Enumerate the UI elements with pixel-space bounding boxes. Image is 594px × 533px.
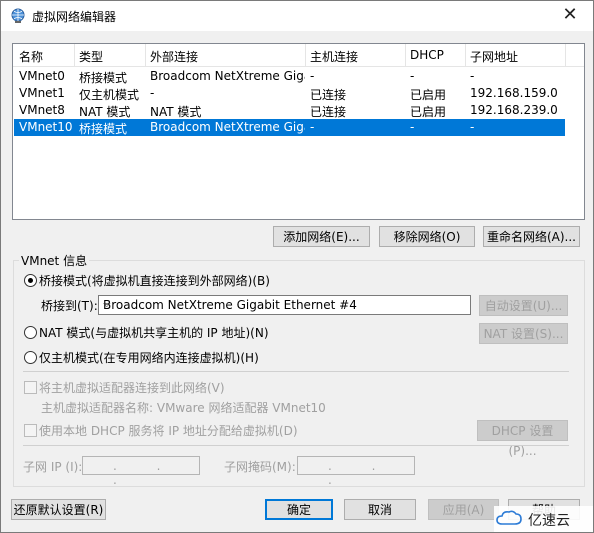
- window-title: 虚拟网络编辑器: [32, 10, 117, 24]
- cell-external: Broadcom NetXtreme Gigabi...: [150, 69, 305, 83]
- cell-name: VMnet10: [19, 120, 73, 134]
- divider: [23, 445, 569, 446]
- nat-mode-label[interactable]: NAT 模式(与虚拟机共享主机的 IP 地址)(N): [39, 324, 269, 341]
- cell-external: Broadcom NetXtreme Gigabi...: [150, 120, 305, 134]
- column-header-name[interactable]: 名称: [19, 48, 43, 64]
- adapter-name-text: 主机虚拟适配器名称: VMware 网络适配器 VMnet10: [41, 401, 326, 415]
- column-header-subnet[interactable]: 子网地址: [470, 48, 518, 64]
- bridge-mode-radio[interactable]: [24, 274, 37, 287]
- cancel-button[interactable]: 取消: [344, 499, 416, 520]
- cell-external: -: [150, 86, 155, 100]
- cell-type: 桥接模式: [79, 122, 128, 136]
- add-network-button[interactable]: 添加网络(E)...: [273, 226, 370, 247]
- network-list[interactable]: 名称 类型 外部连接 主机连接 DHCP 子网地址 VMnet0 桥接模式 Br…: [12, 43, 585, 220]
- use-dhcp-checkbox[interactable]: [24, 424, 37, 437]
- table-row[interactable]: VMnet8 NAT 模式 NAT 模式 已连接 已启用 192.168.239…: [14, 102, 565, 119]
- column-header-external[interactable]: 外部连接: [150, 48, 198, 64]
- cell-name: VMnet8: [19, 103, 65, 117]
- cell-type: 仅主机模式: [79, 88, 140, 102]
- virtual-network-editor-window: 虚拟网络编辑器 ✕ 名称 类型 外部连接 主机连接 DHCP 子网地址 VMne…: [0, 0, 594, 533]
- cell-host: 已连接: [310, 88, 347, 102]
- connect-adapter-label[interactable]: 将主机虚拟适配器连接到此网络(V): [39, 379, 225, 396]
- subnet-mask-field[interactable]: . . .: [297, 456, 415, 487]
- connect-adapter-checkbox[interactable]: [24, 381, 37, 394]
- cell-type: 桥接模式: [79, 71, 128, 85]
- use-dhcp-label[interactable]: 使用本地 DHCP 服务将 IP 地址分配给虚拟机(D): [39, 422, 298, 439]
- list-header: 名称 类型 外部连接 主机连接 DHCP 子网地址: [13, 44, 584, 67]
- cell-subnet: -: [470, 69, 475, 83]
- remove-network-button[interactable]: 移除网络(O): [379, 226, 475, 247]
- cell-dhcp: 已启用: [410, 88, 447, 102]
- host-only-radio[interactable]: [24, 351, 37, 364]
- watermark: 亿速云: [494, 506, 593, 532]
- dhcp-settings-button[interactable]: DHCP 设置(P)...: [477, 420, 568, 458]
- divider: [23, 371, 569, 372]
- cell-host: 已连接: [310, 105, 347, 119]
- nat-settings-button[interactable]: NAT 设置(S)...: [479, 323, 568, 344]
- cell-host: -: [310, 69, 315, 83]
- table-row-selected[interactable]: VMnet10 桥接模式 Broadcom NetXtreme Gigabi..…: [14, 119, 565, 136]
- nat-mode-radio[interactable]: [24, 326, 37, 339]
- subnet-ip-field[interactable]: . . .: [82, 456, 200, 487]
- cell-subnet: -: [470, 120, 475, 134]
- cell-dhcp: 已启用: [410, 105, 447, 119]
- cell-dhcp: -: [410, 120, 415, 134]
- bridge-to-label: 桥接到(T):: [41, 299, 98, 313]
- column-header-dhcp[interactable]: DHCP: [410, 48, 444, 64]
- cell-subnet: 192.168.159.0: [470, 86, 558, 100]
- subnet-mask-label: 子网掩码(M):: [224, 460, 296, 474]
- auto-settings-button[interactable]: 自动设置(U)...: [479, 295, 568, 316]
- title-bar: 虚拟网络编辑器 ✕: [1, 1, 593, 31]
- rename-network-button[interactable]: 重命名网络(A)...: [483, 226, 580, 247]
- cell-external: NAT 模式: [150, 105, 202, 119]
- cell-name: VMnet1: [19, 86, 65, 100]
- table-row[interactable]: VMnet0 桥接模式 Broadcom NetXtreme Gigabi...…: [14, 68, 565, 85]
- subnet-ip-label: 子网 IP (I):: [23, 460, 83, 474]
- watermark-text: 亿速云: [528, 513, 570, 529]
- cell-subnet: 192.168.239.0: [470, 103, 558, 117]
- close-icon[interactable]: ✕: [547, 1, 593, 31]
- restore-defaults-button[interactable]: 还原默认设置(R): [11, 499, 106, 520]
- network-globe-icon: [11, 8, 25, 23]
- cell-dhcp: -: [410, 69, 415, 83]
- cell-name: VMnet0: [19, 69, 65, 83]
- host-only-label[interactable]: 仅主机模式(在专用网络内连接虚拟机)(H): [39, 349, 259, 366]
- cell-type: NAT 模式: [79, 105, 131, 119]
- ok-button[interactable]: 确定: [265, 499, 333, 520]
- chevron-down-icon: ⌵: [103, 299, 111, 310]
- cell-host: -: [310, 120, 315, 134]
- table-row[interactable]: VMnet1 仅主机模式 - 已连接 已启用 192.168.159.0: [14, 85, 565, 102]
- apply-button[interactable]: 应用(A): [428, 499, 499, 520]
- vmnet-info-title: VMnet 信息: [19, 252, 90, 269]
- bridge-to-select[interactable]: Broadcom NetXtreme Gigabit Ethernet #4 ⌵: [98, 295, 471, 315]
- bridge-mode-label[interactable]: 桥接模式(将虚拟机直接连接到外部网络)(B): [39, 272, 270, 289]
- column-header-type[interactable]: 类型: [79, 48, 103, 64]
- column-header-host[interactable]: 主机连接: [310, 48, 358, 64]
